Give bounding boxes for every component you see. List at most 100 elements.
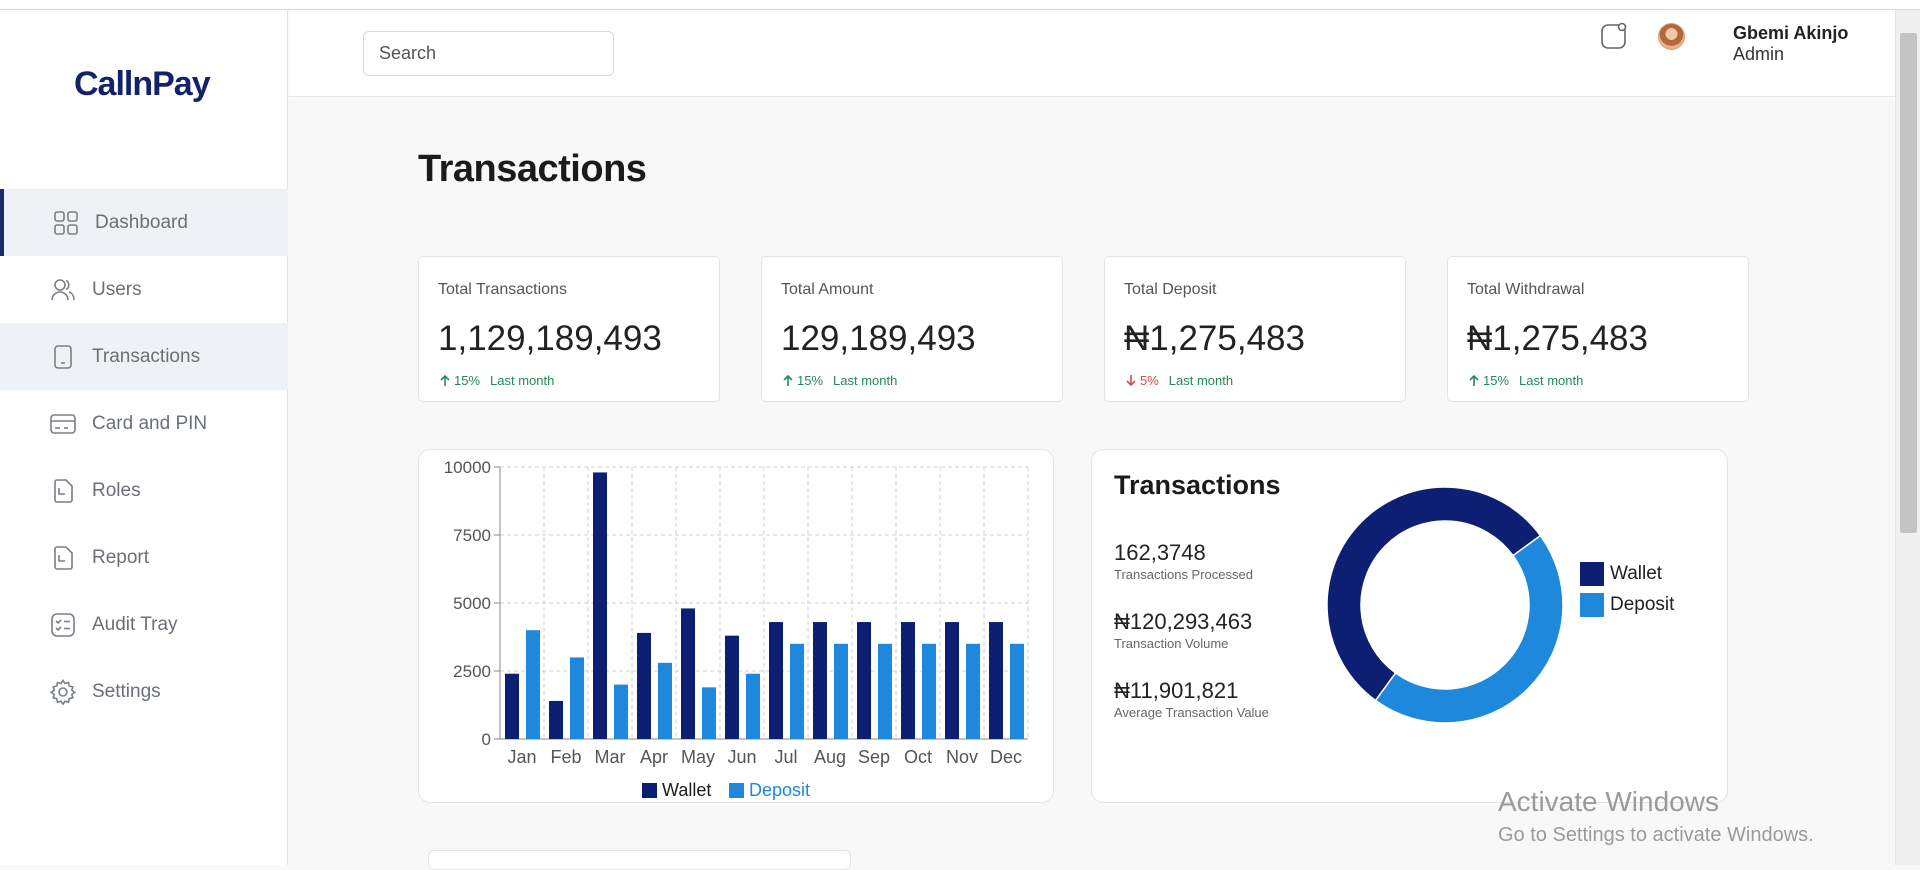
scrollbar-thumb[interactable] <box>1900 33 1917 533</box>
bar-wallet-sep[interactable] <box>857 622 871 739</box>
bar-wallet-may[interactable] <box>681 608 695 739</box>
sidebar-item-dashboard[interactable]: Dashboard <box>0 189 288 256</box>
card-value: ₦1,275,483 <box>1124 319 1305 358</box>
bar-deposit-jul[interactable] <box>790 643 804 739</box>
stat-label: Average Transaction Value <box>1114 705 1269 720</box>
stat-card-total-withdrawal: Total Withdrawal ₦1,275,483 15% Last mon… <box>1447 256 1749 402</box>
sidebar-item-label: Roles <box>92 479 141 501</box>
sidebar-item-roles[interactable]: Roles <box>0 457 288 524</box>
bar-wallet-aug[interactable] <box>813 622 827 739</box>
sidebar-item-label: Dashboard <box>95 211 188 233</box>
x-tick-label: Jan <box>507 747 536 767</box>
y-tick-label: 10000 <box>444 458 491 477</box>
user-name[interactable]: Gbemi Akinjo <box>1733 23 1848 44</box>
stat-transactions-processed: 162,3748 Transactions Processed <box>1114 540 1253 582</box>
bar-wallet-oct[interactable] <box>901 622 915 739</box>
card-trend-period: Last month <box>833 373 898 388</box>
phone-icon <box>50 344 76 370</box>
card-label: Total Transactions <box>438 281 567 298</box>
bar-wallet-jan[interactable] <box>505 673 519 739</box>
bar-deposit-nov[interactable] <box>966 643 980 739</box>
sidebar: CallnPay Dashboard Users Transactions Ca… <box>0 10 288 865</box>
card-label: Total Amount <box>781 281 874 298</box>
arrow-up-icon <box>1469 374 1479 386</box>
card-trend-percent: 15% <box>454 373 481 388</box>
avatar[interactable] <box>1658 23 1685 50</box>
x-tick-label: Aug <box>814 747 846 767</box>
bar-wallet-jun[interactable] <box>725 635 739 739</box>
card-label: Total Withdrawal <box>1467 281 1585 298</box>
card-value: ₦1,275,483 <box>1467 319 1648 358</box>
brand-logo[interactable]: CallnPay <box>74 65 211 104</box>
sidebar-item-label: Settings <box>92 680 161 702</box>
bar-deposit-apr[interactable] <box>658 662 672 739</box>
bar-wallet-jul[interactable] <box>769 622 783 739</box>
sidebar-item-audit-tray[interactable]: Audit Tray <box>0 591 288 658</box>
grid-icon <box>53 210 79 236</box>
donut-legend-wallet: Wallet <box>1580 562 1662 586</box>
legend-swatch-deposit <box>729 783 744 798</box>
card-icon <box>50 411 76 437</box>
stat-transaction-volume: ₦120,293,463 Transaction Volume <box>1114 609 1252 651</box>
y-tick-label: 7500 <box>453 526 491 545</box>
sidebar-item-report[interactable]: Report <box>0 524 288 591</box>
card-trend-period: Last month <box>1519 373 1584 388</box>
page-title: Transactions <box>418 148 647 190</box>
bar-deposit-aug[interactable] <box>834 643 848 739</box>
x-tick-label: May <box>681 747 715 767</box>
legend-label: Wallet <box>1610 563 1663 584</box>
bar-deposit-mar[interactable] <box>614 684 628 739</box>
card-trend-period: Last month <box>1168 373 1234 388</box>
donut-slice-deposit[interactable] <box>1374 534 1564 724</box>
bar-wallet-apr[interactable] <box>637 632 651 739</box>
stat-value: 162,3748 <box>1114 540 1206 565</box>
legend-swatch-deposit <box>1580 593 1604 617</box>
legend-label-deposit: Deposit <box>749 780 810 800</box>
bar-wallet-dec[interactable] <box>989 622 1003 739</box>
bar-deposit-jan[interactable] <box>526 630 540 739</box>
stat-average-transaction-value: ₦11,901,821 Average Transaction Value <box>1114 678 1269 720</box>
sidebar-item-users[interactable]: Users <box>0 256 288 323</box>
card-label: Total Deposit <box>1124 281 1217 298</box>
bar-deposit-oct[interactable] <box>922 643 936 739</box>
next-card-partial <box>428 850 851 870</box>
bar-wallet-mar[interactable] <box>593 472 607 739</box>
sidebar-item-settings[interactable]: Settings <box>0 658 288 725</box>
y-tick-label: 5000 <box>453 594 491 613</box>
legend-swatch-wallet <box>1580 562 1604 586</box>
card-value: 129,189,493 <box>781 319 976 358</box>
stat-card-total-amount: Total Amount 129,189,493 15% Last month <box>761 256 1063 402</box>
monthly-bar-chart: 0 2500 5000 7500 10000 Jan Feb Mar Apr May Jun Jul A… <box>444 458 1029 800</box>
sidebar-item-transactions[interactable]: Transactions <box>0 323 288 390</box>
sidebar-item-label: Users <box>92 278 142 300</box>
users-icon <box>50 277 76 303</box>
search-input[interactable] <box>363 31 614 76</box>
stat-label: Transactions Processed <box>1114 567 1253 582</box>
sidebar-item-label: Audit Tray <box>92 613 178 635</box>
transactions-summary-card: Transactions 162,3748 Transactions Proce… <box>1091 449 1728 803</box>
x-tick-label: Jul <box>774 747 797 767</box>
bar-deposit-jun[interactable] <box>746 673 760 739</box>
bar-deposit-feb[interactable] <box>570 657 584 739</box>
bar-deposit-may[interactable] <box>702 687 716 739</box>
sidebar-item-label: Transactions <box>92 345 201 367</box>
sidebar-item-label: Report <box>92 546 150 568</box>
x-tick-label: Sep <box>858 747 890 767</box>
watermark-subtitle: Go to Settings to activate Windows. <box>1498 824 1814 846</box>
notification-icon[interactable] <box>1600 22 1628 50</box>
card-trend: 15% Last month <box>439 373 554 388</box>
monthly-bar-chart-card: 0 2500 5000 7500 10000 Jan Feb Mar Apr May Jun Jul A… <box>418 449 1054 803</box>
sidebar-item-card-and-pin[interactable]: Card and PIN <box>0 390 288 457</box>
card-trend-percent: 15% <box>797 373 824 388</box>
arrow-up-icon <box>440 374 450 386</box>
windows-activation-watermark: Activate Windows Go to Settings to activ… <box>1498 786 1814 847</box>
window-top-edge <box>0 0 1920 10</box>
x-tick-label: Apr <box>640 747 668 767</box>
top-header: Gbemi Akinjo Admin <box>289 10 1895 97</box>
bar-wallet-feb[interactable] <box>549 700 563 739</box>
bar-deposit-dec[interactable] <box>1010 643 1024 739</box>
bar-deposit-sep[interactable] <box>878 643 892 739</box>
bar-wallet-nov[interactable] <box>945 622 959 739</box>
report-icon <box>50 545 76 571</box>
vertical-scrollbar[interactable] <box>1895 10 1920 865</box>
